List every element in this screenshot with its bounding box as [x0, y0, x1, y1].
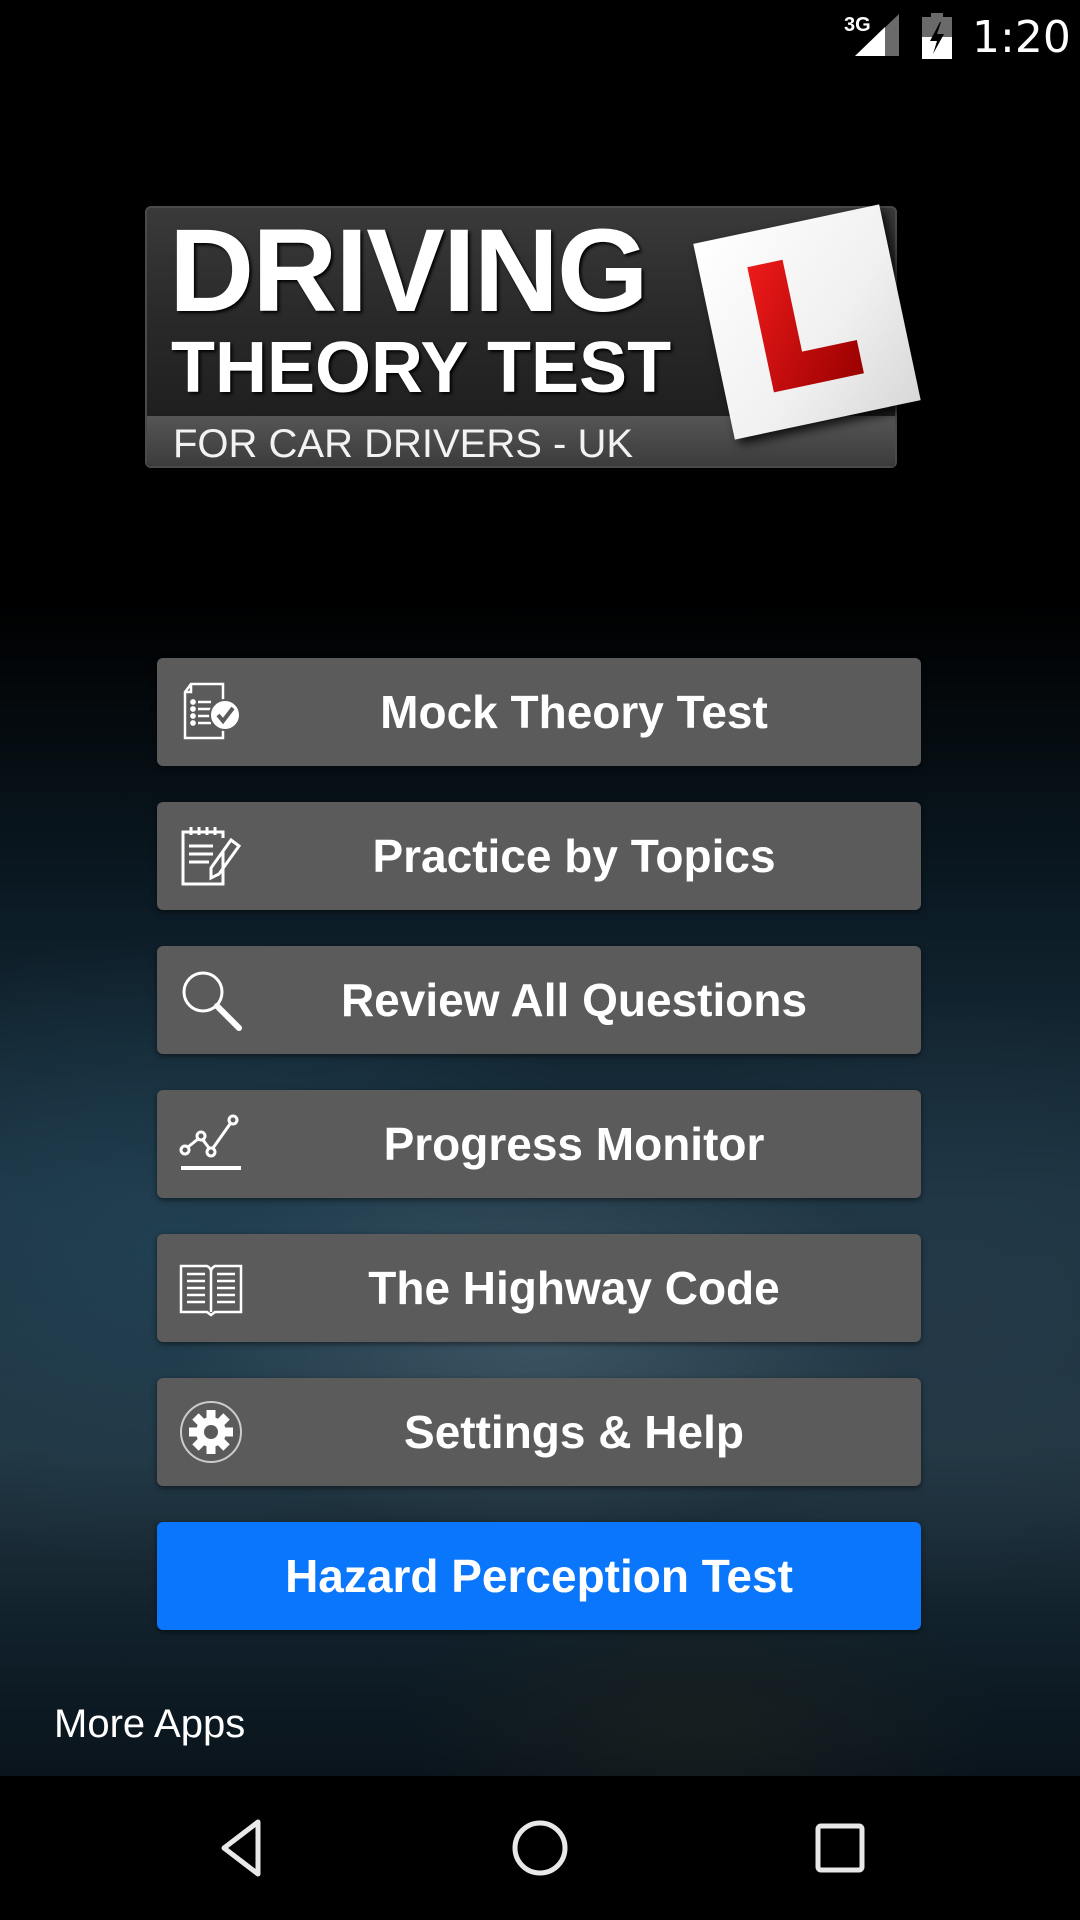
status-bar: 3G 1:20: [0, 0, 1080, 72]
line-chart-icon: [179, 1114, 241, 1170]
settings-help-label: Settings & Help: [404, 1406, 744, 1458]
checklist-document-icon: [183, 682, 241, 740]
home-icon[interactable]: [504, 1812, 576, 1884]
review-all-questions-button[interactable]: Review All Questions: [157, 946, 921, 1054]
logo-title-driving: DRIVING: [169, 205, 649, 337]
gear-icon: [180, 1401, 242, 1463]
mock-theory-test-button[interactable]: Mock Theory Test: [157, 658, 921, 766]
review-all-questions-label: Review All Questions: [340, 974, 808, 1026]
hazard-perception-test-label: Hazard Perception Test: [285, 1550, 793, 1602]
system-nav-bar: [0, 1776, 1080, 1920]
highway-code-label: The Highway Code: [368, 1262, 780, 1314]
logo-title-theory-test: THEORY TEST: [171, 328, 672, 408]
battery-charging-icon: [922, 13, 952, 59]
learner-plate-icon: [693, 204, 921, 440]
open-book-icon: [179, 1264, 243, 1317]
app-logo: DRIVING THEORY TEST FOR CAR DRIVERS - UK: [145, 204, 921, 468]
progress-monitor-label: Progress Monitor: [383, 1118, 765, 1170]
progress-monitor-button[interactable]: Progress Monitor: [157, 1090, 921, 1198]
clock: 1:20: [972, 12, 1071, 63]
settings-help-button[interactable]: Settings & Help: [157, 1378, 921, 1486]
mock-theory-test-label: Mock Theory Test: [380, 686, 768, 738]
back-icon[interactable]: [204, 1812, 276, 1884]
magnifier-icon: [182, 971, 242, 1031]
cell-signal-icon: [855, 14, 899, 56]
highway-code-button[interactable]: The Highway Code: [157, 1234, 921, 1342]
notepad-pencil-icon: [181, 827, 242, 886]
more-apps-link[interactable]: More Apps: [54, 1702, 245, 1747]
recents-icon[interactable]: [804, 1812, 876, 1884]
hazard-perception-test-button[interactable]: Hazard Perception Test: [157, 1522, 921, 1630]
practice-by-topics-button[interactable]: Practice by Topics: [157, 802, 921, 910]
logo-subtitle: FOR CAR DRIVERS - UK: [173, 422, 634, 466]
practice-by-topics-label: Practice by Topics: [372, 830, 776, 882]
